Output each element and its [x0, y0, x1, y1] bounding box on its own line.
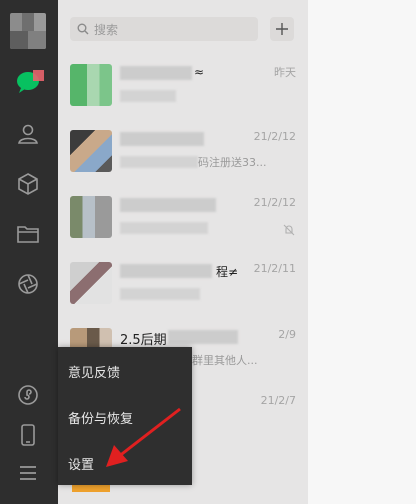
chat-avatar — [70, 262, 112, 304]
favorites-icon[interactable] — [16, 172, 40, 196]
chat-list-item[interactable]: 21/2/12 — [58, 184, 308, 250]
menu-item-feedback[interactable]: 意见反馈 — [58, 347, 192, 393]
mute-bell-icon — [283, 224, 295, 236]
chat-preview: 群里其他人... — [192, 354, 258, 367]
chat-time: 21/2/11 — [253, 262, 296, 275]
user-avatar[interactable] — [10, 13, 46, 49]
chat-content-area — [308, 0, 416, 504]
search-placeholder: 搜索 — [94, 23, 119, 37]
chat-avatar — [70, 64, 112, 106]
chat-name: 2.5后期 — [120, 333, 167, 348]
chat-time: 21/2/7 — [260, 394, 296, 407]
chat-list-item[interactable]: 程≠ 21/2/11 — [58, 250, 308, 316]
chat-time: 2/9 — [278, 328, 296, 341]
chat-avatar — [70, 196, 112, 238]
chat-list-item[interactable]: 码注册送33... 21/2/12 — [58, 118, 308, 184]
menu-item-label: 备份与恢复 — [68, 412, 134, 427]
settings-popup-menu: 意见反馈 备份与恢复 设置 — [58, 347, 192, 485]
phone-icon[interactable] — [16, 423, 40, 447]
chat-name: ≈ — [194, 65, 205, 79]
chat-time: 21/2/12 — [253, 196, 296, 209]
partial-avatar — [72, 484, 110, 492]
menu-item-label: 意见反馈 — [68, 366, 121, 381]
chat-icon[interactable] — [15, 68, 45, 94]
search-icon — [77, 23, 89, 35]
chat-avatar — [70, 130, 112, 172]
chat-list-item[interactable]: ≈ 昨天 — [58, 52, 308, 118]
sidebar-rail — [0, 0, 58, 504]
menu-item-backup[interactable]: 备份与恢复 — [58, 393, 192, 439]
menu-item-label: 设置 — [68, 458, 95, 473]
contacts-icon[interactable] — [16, 122, 40, 146]
search-input[interactable]: 搜索 — [70, 17, 258, 41]
chat-time: 21/2/12 — [253, 130, 296, 143]
add-button[interactable] — [270, 17, 294, 41]
chat-time: 昨天 — [274, 66, 296, 79]
chat-preview: 码注册送33... — [198, 156, 267, 169]
menu-item-settings[interactable]: 设置 — [58, 439, 192, 485]
chat-name: 程≠ — [216, 265, 239, 279]
miniprogram-icon[interactable] — [16, 383, 40, 407]
files-icon[interactable] — [16, 222, 40, 246]
menu-icon[interactable] — [16, 461, 40, 485]
moments-icon[interactable] — [16, 272, 40, 296]
